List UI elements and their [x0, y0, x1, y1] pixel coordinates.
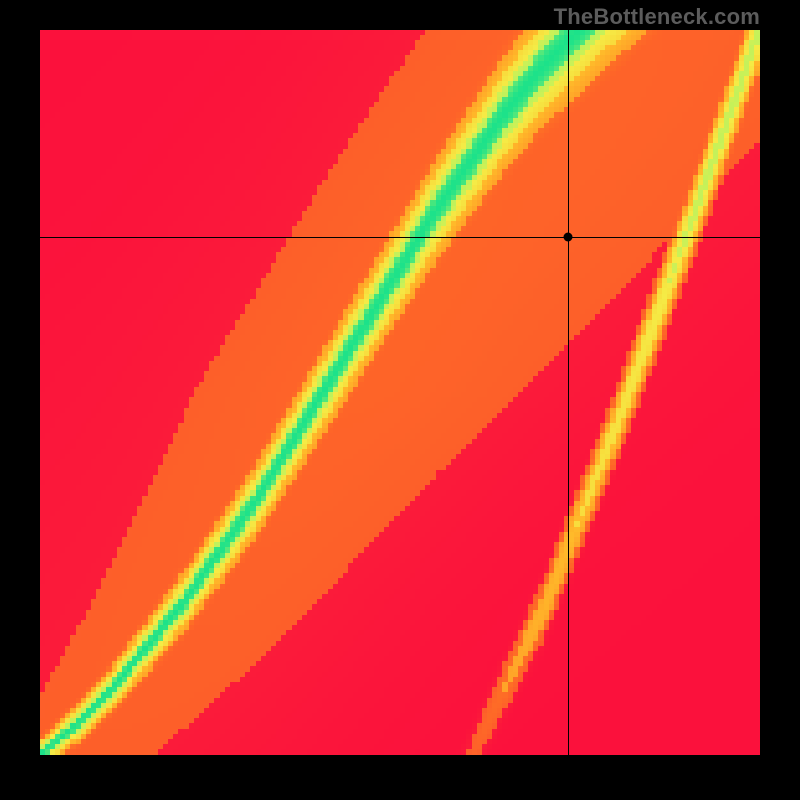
heatmap-canvas: [40, 30, 760, 755]
heatmap-plot: [40, 30, 760, 755]
data-point-marker: [564, 232, 573, 241]
crosshair-horizontal: [40, 237, 760, 238]
crosshair-vertical: [568, 30, 569, 755]
chart-container: TheBottleneck.com: [0, 0, 800, 800]
watermark-text: TheBottleneck.com: [554, 4, 760, 30]
